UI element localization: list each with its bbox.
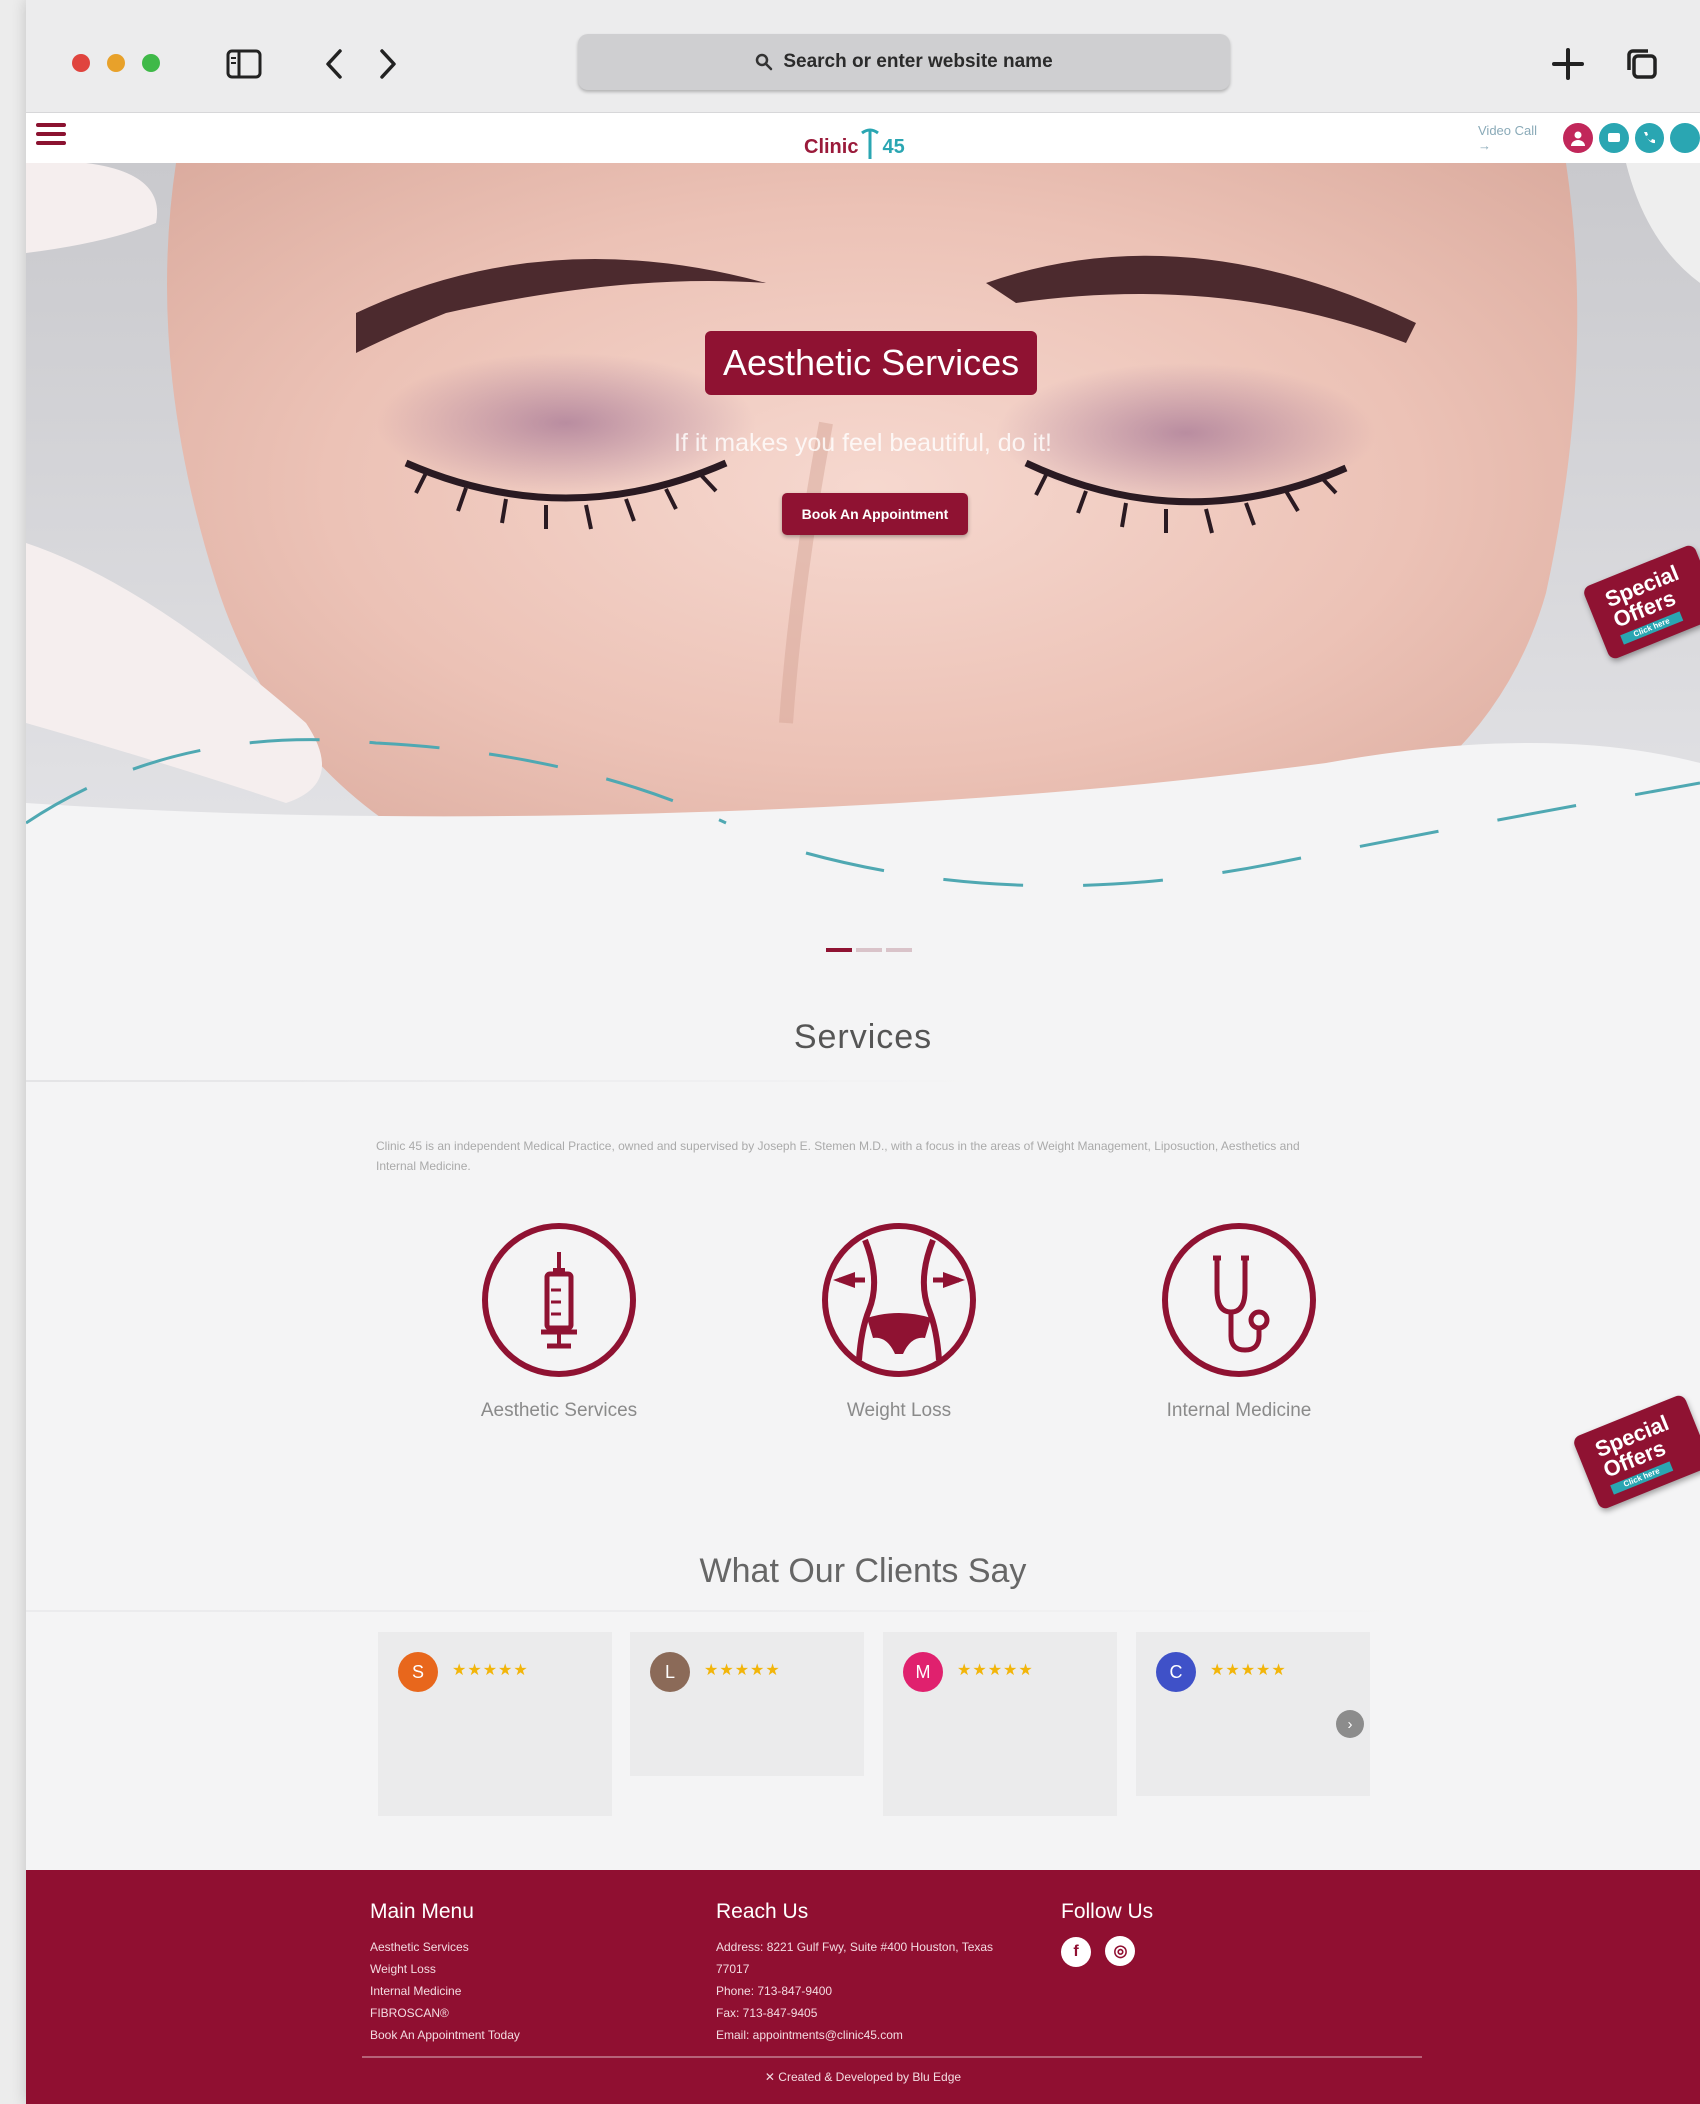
carousel-next-button[interactable]: › (1336, 1710, 1364, 1738)
video-call-group: Video Call → (1478, 123, 1700, 153)
hamburger-menu-icon[interactable] (36, 123, 66, 147)
footer-reach-heading: Reach Us (716, 1900, 809, 1923)
minimize-window-button[interactable] (107, 54, 125, 72)
footer-reach-us: Reach Us Address: 8221 Gulf Fwy, Suite #… (716, 1900, 1036, 2046)
browser-toolbar: Search or enter website name (26, 0, 1700, 113)
footer-credit[interactable]: ✕ Created & Developed by Blu Edge (26, 2070, 1700, 2084)
address-bar[interactable]: Search or enter website name (578, 34, 1230, 90)
reviewer-avatar: C (1156, 1652, 1196, 1692)
services-heading: Services (793, 1018, 933, 1056)
waist-icon (822, 1223, 976, 1377)
reviewer-avatar: S (398, 1652, 438, 1692)
new-tab-plus-icon[interactable] (1546, 42, 1590, 86)
reviewer-avatar: L (650, 1652, 690, 1692)
footer-link-fibroscan[interactable]: FIBROSCAN® (370, 2002, 690, 2024)
service-label: Internal Medicine (1166, 1400, 1312, 1421)
service-internal-medicine[interactable]: Internal Medicine (1129, 1220, 1349, 1422)
footer-main-menu: Main Menu Aesthetic Services Weight Loss… (370, 1900, 690, 2046)
footer-menu-heading: Main Menu (370, 1900, 474, 1923)
video-call-label[interactable]: Video Call → (1478, 123, 1553, 153)
review-card[interactable]: C ★★★★★ (1136, 1632, 1370, 1796)
hero-face-image (26, 163, 1700, 943)
footer-link-internal-medicine[interactable]: Internal Medicine (370, 1980, 690, 2002)
footer-email[interactable]: Email: appointments@clinic45.com (716, 2024, 1036, 2046)
footer-divider (362, 2056, 1422, 2058)
hero-tagline: If it makes you feel beautiful, do it! (674, 429, 1052, 457)
sidebar-toggle-icon[interactable] (222, 42, 266, 86)
site-header: Clinic 45 Video Call → (26, 113, 1700, 163)
tab-overview-icon[interactable] (1620, 42, 1664, 86)
service-label: Weight Loss (846, 1400, 952, 1421)
reviewer-avatar: M (903, 1652, 943, 1692)
caduceus-icon (861, 128, 880, 159)
chat-icon[interactable] (1598, 123, 1629, 153)
hero-title: Aesthetic Services (705, 331, 1038, 395)
zoom-window-button[interactable] (142, 54, 160, 72)
service-aesthetic[interactable]: Aesthetic Services (449, 1220, 669, 1422)
stethoscope-icon (1162, 1223, 1316, 1377)
services-divider (26, 1080, 986, 1082)
logo-number: 45 (882, 136, 905, 158)
rating-stars: ★★★★★ (704, 1662, 781, 1679)
screenshot-stage: Search or enter website name Clinic 45 V… (0, 0, 1700, 2104)
special-offers-badge[interactable]: Special Offers Click here (1571, 1393, 1700, 1511)
review-card[interactable]: M ★★★★★ (883, 1632, 1117, 1816)
service-label: Aesthetic Services (480, 1400, 638, 1421)
blu-edge-logo-icon: ✕ (764, 2070, 779, 2084)
back-arrow-icon[interactable] (312, 42, 356, 86)
forward-arrow-icon[interactable] (366, 42, 410, 86)
instagram-icon[interactable]: ◎ (1105, 1936, 1136, 1966)
service-weight-loss[interactable]: Weight Loss (789, 1220, 1009, 1422)
slider-dot[interactable] (886, 948, 912, 952)
footer-zip: 77017 (716, 1962, 750, 1976)
footer-link-weight-loss[interactable]: Weight Loss (370, 1958, 690, 1980)
testimonials-divider (26, 1610, 1426, 1612)
slider-dot[interactable] (826, 948, 852, 952)
footer-phone[interactable]: Phone: 713-847-9400 (716, 1980, 1036, 2002)
clinic-logo[interactable]: Clinic 45 (804, 119, 914, 159)
phone-icon[interactable] (1634, 123, 1665, 153)
testimonials-heading: What Our Clients Say (699, 1552, 1027, 1590)
syringe-icon (482, 1223, 636, 1377)
user-icon[interactable] (1563, 123, 1593, 153)
address-placeholder: Search or enter website name (783, 51, 1053, 72)
search-icon (756, 53, 773, 71)
site-footer: Main Menu Aesthetic Services Weight Loss… (26, 1870, 1700, 2104)
browser-window: Search or enter website name Clinic 45 V… (26, 0, 1700, 2104)
video-icon[interactable] (1670, 123, 1700, 153)
review-card[interactable]: L ★★★★★ (630, 1632, 864, 1776)
footer-link-aesthetic[interactable]: Aesthetic Services (370, 1936, 690, 1958)
hero-slider-dots[interactable] (826, 948, 912, 952)
footer-follow-heading: Follow Us (1061, 1900, 1154, 1923)
rating-stars: ★★★★★ (957, 1662, 1034, 1679)
services-description: Clinic 45 is an independent Medical Prac… (376, 1139, 1300, 1173)
rating-stars: ★★★★★ (452, 1662, 529, 1679)
review-card[interactable]: S ★★★★★ (378, 1632, 612, 1816)
facebook-icon[interactable]: f (1061, 1937, 1091, 1967)
footer-credit-text: Created & Developed by Blu Edge (778, 2070, 962, 2084)
logo-text: Clinic (804, 136, 859, 158)
close-window-button[interactable] (72, 54, 90, 72)
slider-dot[interactable] (856, 948, 882, 952)
rating-stars: ★★★★★ (1210, 1662, 1287, 1679)
footer-address: Address: 8221 Gulf Fwy, Suite #400 Houst… (716, 1940, 994, 1954)
footer-follow-us: Follow Us f ◎ (1061, 1900, 1301, 1967)
footer-link-book[interactable]: Book An Appointment Today (370, 2024, 690, 2046)
footer-fax: Fax: 713-847-9405 (716, 2006, 818, 2020)
book-appointment-button[interactable]: Book An Appointment (782, 493, 968, 535)
hero-banner: Aesthetic Services If it makes you feel … (26, 163, 1700, 943)
